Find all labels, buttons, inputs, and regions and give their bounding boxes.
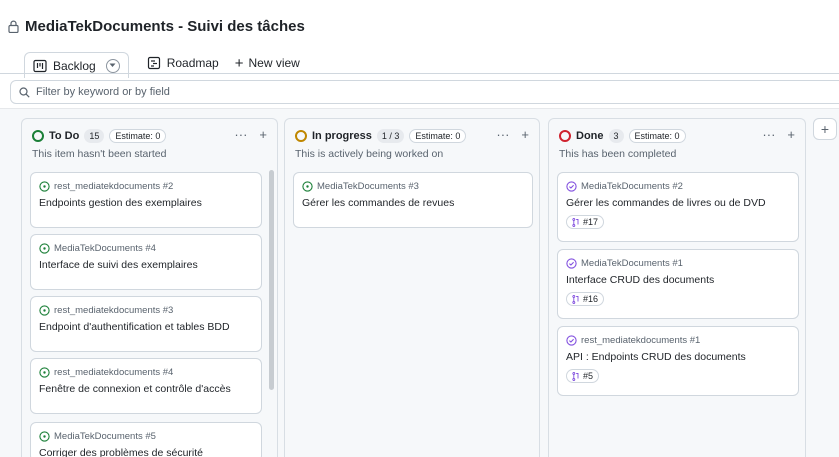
kebab-icon[interactable]: ··· bbox=[496, 127, 509, 142]
column-done: Done 3 Estimate: 0 This has been complet… bbox=[548, 118, 806, 457]
tab-roadmap[interactable]: Roadmap bbox=[139, 52, 227, 74]
card-title[interactable]: Gérer les commandes de livres ou de DVD bbox=[566, 197, 790, 209]
card-repo: MediaTekDocuments #2 bbox=[581, 181, 683, 192]
issue-open-icon bbox=[39, 431, 50, 442]
card-title[interactable]: Fenêtre de connexion et contrôle d'accès bbox=[39, 383, 253, 395]
tab-backlog-label: Backlog bbox=[53, 58, 96, 73]
issue-closed-icon bbox=[566, 335, 577, 346]
issue-card[interactable]: rest_mediatekdocuments #1 API : Endpoint… bbox=[557, 326, 799, 396]
board-icon bbox=[33, 59, 47, 73]
issue-card[interactable]: MediaTekDocuments #2 Gérer les commandes… bbox=[557, 172, 799, 242]
card-repo: rest_mediatekdocuments #3 bbox=[54, 305, 174, 316]
item-count-badge: 3 bbox=[608, 129, 624, 143]
add-item-button[interactable]: + bbox=[521, 127, 529, 142]
chevron-down-icon bbox=[109, 63, 116, 67]
linked-pr-badge[interactable]: #5 bbox=[566, 369, 600, 383]
issue-card[interactable]: rest_mediatekdocuments #2 Endpoints gest… bbox=[30, 172, 262, 228]
issue-open-icon bbox=[39, 367, 50, 378]
status-done-icon bbox=[559, 130, 571, 142]
card-repo: rest_mediatekdocuments #2 bbox=[54, 181, 174, 192]
card-repo: rest_mediatekdocuments #4 bbox=[54, 367, 174, 378]
card-title[interactable]: Corriger des problèmes de sécurité bbox=[39, 447, 253, 457]
column-title: Done bbox=[576, 130, 604, 142]
issue-card[interactable]: rest_mediatekdocuments #3 Endpoint d'aut… bbox=[30, 296, 262, 352]
linked-pr-badge[interactable]: #16 bbox=[566, 292, 605, 306]
card-repo: MediaTekDocuments #4 bbox=[54, 243, 156, 254]
estimate-badge: Estimate: 0 bbox=[628, 129, 686, 143]
column-header: To Do 15 Estimate: 0 This item hasn't be… bbox=[22, 119, 277, 167]
pull-request-icon bbox=[572, 217, 579, 227]
tab-roadmap-label: Roadmap bbox=[166, 56, 219, 70]
issue-card[interactable]: MediaTekDocuments #3 Gérer les commandes… bbox=[293, 172, 533, 228]
estimate-badge: Estimate: 0 bbox=[409, 129, 467, 143]
search-icon bbox=[19, 86, 30, 98]
kebab-icon[interactable]: ··· bbox=[234, 127, 247, 142]
card-repo: rest_mediatekdocuments #1 bbox=[581, 335, 701, 346]
column-header: In progress 1 / 3 Estimate: 0 This is ac… bbox=[285, 119, 539, 167]
filter-input[interactable]: Filter by keyword or by field bbox=[10, 80, 839, 104]
card-title[interactable]: API : Endpoints CRUD des documents bbox=[566, 351, 790, 363]
issue-open-icon bbox=[39, 305, 50, 316]
status-in-progress-icon bbox=[295, 130, 307, 142]
roadmap-icon bbox=[147, 56, 161, 70]
plus-icon: + bbox=[820, 121, 830, 137]
issue-card[interactable]: MediaTekDocuments #1 Interface CRUD des … bbox=[557, 249, 799, 319]
card-title[interactable]: Gérer les commandes de revues bbox=[302, 197, 524, 209]
linked-pr-number: #17 bbox=[583, 217, 599, 227]
add-item-button[interactable]: + bbox=[259, 127, 267, 142]
plus-icon: + bbox=[234, 54, 244, 72]
column-in-progress: In progress 1 / 3 Estimate: 0 This is ac… bbox=[284, 118, 540, 457]
card-title[interactable]: Interface de suivi des exemplaires bbox=[39, 259, 253, 271]
column-description: This has been completed bbox=[559, 148, 677, 160]
page-title: MediaTekDocuments - Suivi des tâches bbox=[8, 18, 305, 35]
column-title: In progress bbox=[312, 130, 372, 142]
column-description: This item hasn't been started bbox=[32, 148, 167, 160]
filter-placeholder: Filter by keyword or by field bbox=[36, 86, 170, 98]
add-column-button[interactable]: + bbox=[813, 118, 837, 140]
column-header: Done 3 Estimate: 0 This has been complet… bbox=[549, 119, 805, 167]
column-todo: To Do 15 Estimate: 0 This item hasn't be… bbox=[21, 118, 278, 457]
issue-open-icon bbox=[302, 181, 313, 192]
view-options-button[interactable] bbox=[105, 58, 120, 73]
tab-backlog[interactable]: Backlog bbox=[24, 52, 129, 78]
issue-open-icon bbox=[39, 243, 50, 254]
card-repo: MediaTekDocuments #3 bbox=[317, 181, 419, 192]
issue-closed-icon bbox=[566, 258, 577, 269]
column-title: To Do bbox=[49, 130, 80, 142]
issue-card[interactable]: MediaTekDocuments #4 Interface de suivi … bbox=[30, 234, 262, 290]
linked-pr-badge[interactable]: #17 bbox=[566, 215, 605, 229]
tabs-divider bbox=[0, 73, 839, 74]
linked-pr-number: #5 bbox=[583, 371, 594, 381]
add-item-button[interactable]: + bbox=[787, 127, 795, 142]
issue-card[interactable]: rest_mediatekdocuments #4 Fenêtre de con… bbox=[30, 358, 262, 414]
card-title[interactable]: Endpoint d'authentification et tables BD… bbox=[39, 321, 253, 333]
project-title: MediaTekDocuments - Suivi des tâches bbox=[25, 18, 305, 35]
lock-icon bbox=[8, 20, 19, 33]
issue-card[interactable]: MediaTekDocuments #5 Corriger des problè… bbox=[30, 422, 262, 457]
linked-pr-number: #16 bbox=[583, 294, 599, 304]
column-description: This is actively being worked on bbox=[295, 148, 444, 160]
scrollbar[interactable] bbox=[269, 170, 274, 390]
card-repo: MediaTekDocuments #1 bbox=[581, 258, 683, 269]
new-view-button[interactable]: + New view bbox=[235, 56, 300, 71]
card-repo: MediaTekDocuments #5 bbox=[54, 431, 156, 442]
pull-request-icon bbox=[572, 294, 579, 304]
item-count-badge: 1 / 3 bbox=[376, 129, 405, 143]
pull-request-icon bbox=[572, 371, 579, 381]
status-todo-icon bbox=[32, 130, 44, 142]
issue-open-icon bbox=[39, 181, 50, 192]
card-title[interactable]: Interface CRUD des documents bbox=[566, 274, 790, 286]
item-count-badge: 15 bbox=[84, 129, 105, 143]
kebab-icon[interactable]: ··· bbox=[762, 127, 775, 142]
issue-closed-icon bbox=[566, 181, 577, 192]
estimate-badge: Estimate: 0 bbox=[109, 129, 167, 143]
new-view-label: New view bbox=[248, 56, 300, 70]
card-title[interactable]: Endpoints gestion des exemplaires bbox=[39, 197, 253, 209]
